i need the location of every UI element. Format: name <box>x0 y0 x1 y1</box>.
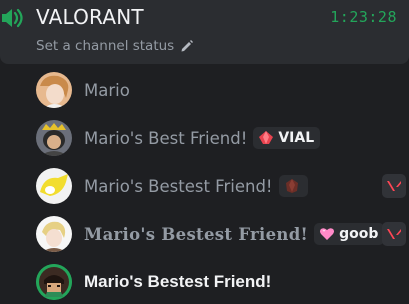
call-timer: 1:23:28 <box>330 8 397 26</box>
server-tag[interactable]: VIAL <box>253 127 321 149</box>
speaker-icon <box>2 8 23 28</box>
avatar <box>36 216 72 252</box>
red-gem-icon <box>259 131 274 144</box>
member-name: Mario's Bestest Friend! <box>84 176 273 196</box>
valorant-activity-icon[interactable] <box>382 174 406 198</box>
voice-member-1[interactable]: Mario <box>36 72 409 108</box>
member-name: Mario's Bestest Friend! <box>84 224 309 244</box>
brown-gem-icon <box>285 179 298 193</box>
voice-member-5[interactable]: Mario's Bestest Friend! <box>36 264 409 300</box>
avatar <box>36 120 72 156</box>
voice-channel-header[interactable]: VALORANT 1:23:28 Set a channel status <box>0 0 409 64</box>
channel-status-label: Set a channel status <box>36 38 175 54</box>
valorant-activity-icon[interactable] <box>382 222 406 246</box>
voice-member-3[interactable]: Mario's Bestest Friend! <box>36 168 409 204</box>
voice-member-2[interactable]: Mario's Best Friend! VIAL <box>36 120 409 156</box>
avatar <box>36 72 72 108</box>
voice-member-4[interactable]: Mario's Bestest Friend! goob <box>36 216 409 252</box>
server-tag[interactable] <box>278 175 308 197</box>
avatar <box>36 264 72 300</box>
member-name: Mario <box>84 80 130 100</box>
channel-name[interactable]: VALORANT <box>36 5 144 29</box>
server-tag[interactable]: goob <box>314 223 385 245</box>
pink-heart-icon <box>320 228 335 240</box>
member-name: Mario's Best Friend! <box>84 128 248 148</box>
channel-status-button[interactable]: Set a channel status <box>36 38 194 54</box>
member-name: Mario's Bestest Friend! <box>84 272 272 291</box>
pencil-icon <box>181 40 194 52</box>
server-tag-label: VIAL <box>278 130 315 146</box>
avatar <box>36 168 72 204</box>
server-tag-label: goob <box>339 226 379 242</box>
